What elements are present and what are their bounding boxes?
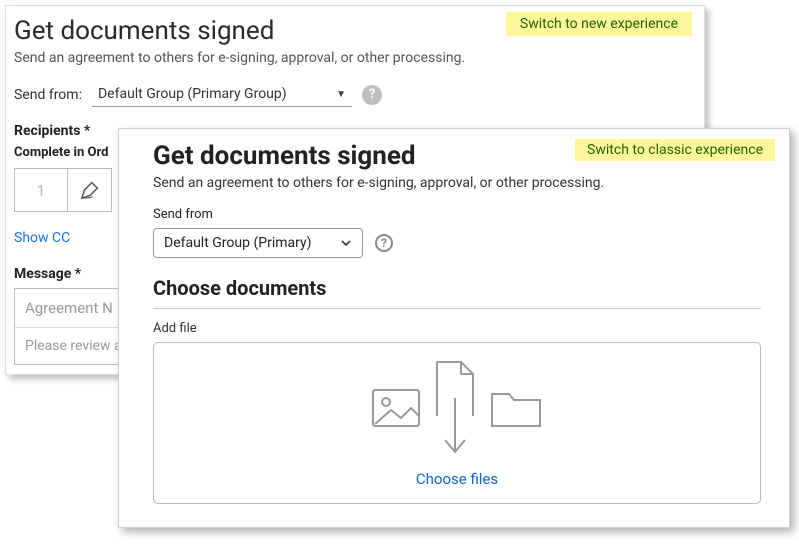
file-drop-zone[interactable]: Choose files (153, 342, 761, 504)
message-box: Agreement N Please review a (14, 288, 134, 365)
help-icon[interactable]: ? (362, 85, 382, 105)
recipient-order-number[interactable]: 1 (14, 168, 68, 212)
show-cc-link[interactable]: Show CC (14, 230, 70, 246)
new-send-from-row: Default Group (Primary) ? (153, 228, 761, 258)
new-send-panel: Switch to classic experience Get documen… (118, 128, 790, 528)
choose-files-link[interactable]: Choose files (416, 470, 498, 488)
agreement-name-input[interactable]: Agreement N (15, 289, 133, 328)
switch-to-new-link[interactable]: Switch to new experience (506, 12, 692, 36)
document-download-icon (433, 358, 477, 458)
classic-send-from-label: Send from: (14, 87, 82, 103)
image-icon (371, 388, 421, 428)
fountain-pen-icon (79, 179, 101, 201)
chevron-down-icon (340, 237, 352, 249)
help-icon[interactable]: ? (375, 234, 393, 252)
classic-send-from-row: Send from: Default Group (Primary Group)… (14, 82, 688, 107)
add-file-label: Add file (153, 321, 761, 336)
classic-send-from-select[interactable]: Default Group (Primary Group) ▼ (92, 82, 352, 107)
new-send-from-label: Send from (153, 207, 761, 222)
new-send-from-select[interactable]: Default Group (Primary) (153, 228, 363, 258)
message-body-input[interactable]: Please review a (15, 328, 133, 364)
classic-subtitle: Send an agreement to others for e-signin… (14, 50, 688, 66)
drop-zone-icons (371, 358, 543, 458)
sign-role-button[interactable] (68, 168, 112, 212)
classic-send-from-value: Default Group (Primary Group) (98, 86, 287, 102)
chevron-down-icon: ▼ (336, 89, 346, 100)
new-send-from-value: Default Group (Primary) (164, 235, 311, 251)
switch-to-classic-link[interactable]: Switch to classic experience (575, 139, 775, 161)
folder-icon (489, 387, 543, 429)
choose-documents-heading: Choose documents (153, 276, 761, 309)
new-subtitle: Send an agreement to others for e-signin… (153, 175, 761, 191)
